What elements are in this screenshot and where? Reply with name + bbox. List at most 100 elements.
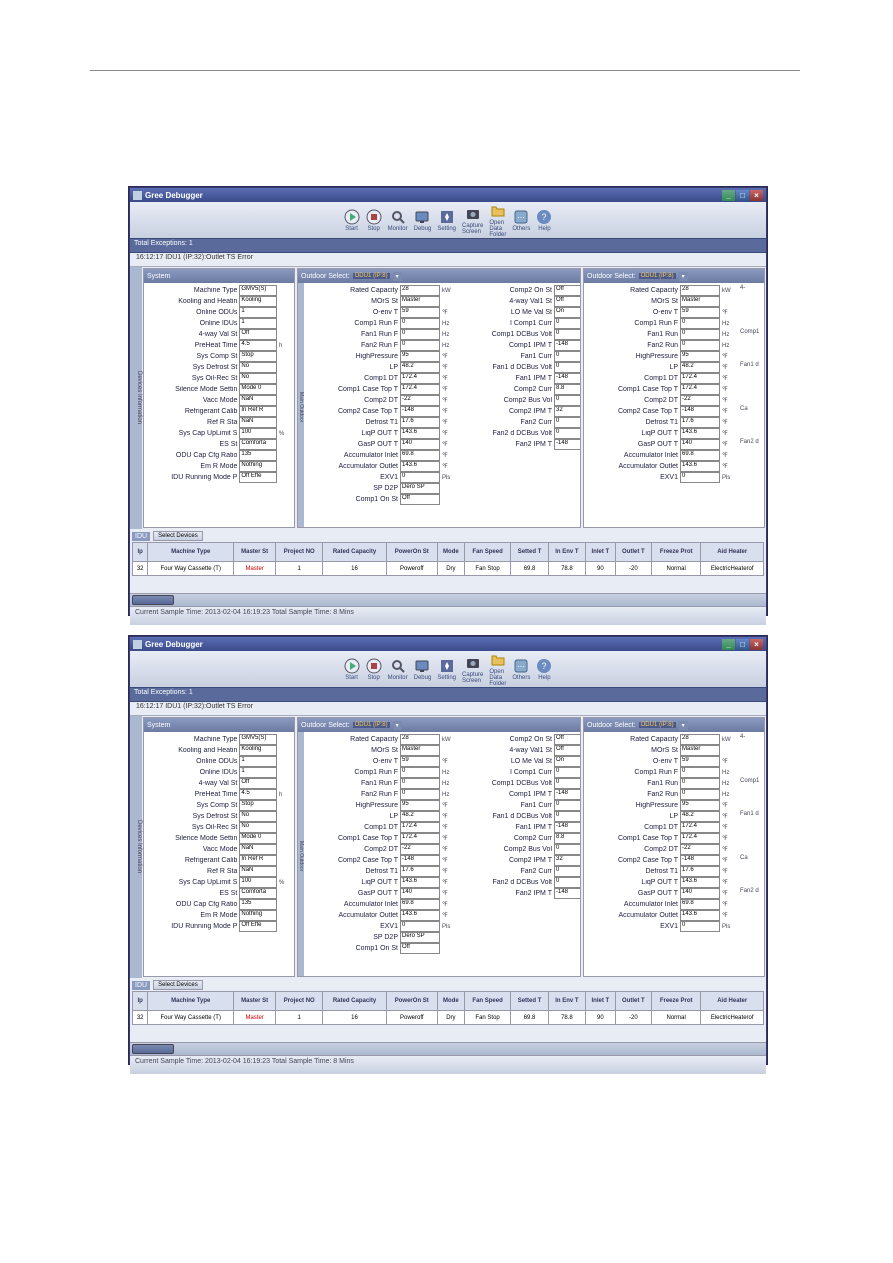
idu-header-cell[interactable]: Setted T [511,992,549,1011]
idu-tab[interactable]: IDU [132,532,150,541]
param-value: 0 [554,318,581,329]
idu-header-cell[interactable]: Freeze Prot [651,543,700,562]
param-label: Fan1 IPM T [460,375,554,382]
idu-header-cell[interactable]: In Env T [548,543,585,562]
param-unit: ℉ [720,857,736,864]
idu-header-cell[interactable]: Rated Capacity [323,992,386,1011]
toolbar-debug[interactable]: Debug [414,209,432,232]
idu-header-cell[interactable]: Inlet T [586,992,616,1011]
toolbar-monitor[interactable]: Monitor [388,209,408,232]
param-label: O-env T [306,309,400,316]
toolbar-setting[interactable]: Setting [437,209,456,232]
toolbar-help[interactable]: ?Help [536,658,552,681]
idu-row[interactable]: 32Four Way Cassette (T)Master116Poweroff… [133,1011,764,1025]
idu-header-cell[interactable]: PowerOn St [386,543,437,562]
idu-header-cell[interactable]: Ip [133,543,148,562]
maximize-button[interactable]: □ [736,639,749,650]
param-value: 0 [680,472,720,483]
idu-header-cell[interactable]: Master St [234,992,276,1011]
param-label: Fan1 Run F [306,331,400,338]
horizontal-scrollbar[interactable] [130,1042,766,1055]
idu-row[interactable]: 32Four Way Cassette (T)Master116Poweroff… [133,562,764,576]
toolbar-start[interactable]: Start [344,209,360,232]
idu-header-cell[interactable]: Freeze Prot [651,992,700,1011]
idu-header-cell[interactable]: Project NO [276,543,323,562]
toolbar-open-data-folder[interactable]: OpenDataFolder [489,203,506,238]
system-panel: System Machine Type GMV5(S) Kooling and … [143,268,295,528]
param-label: Rated Capacity [586,287,680,294]
outdoor-select-value-2[interactable]: ODU1 (IP:8) [639,273,676,279]
param-value: 1 [239,307,277,318]
select-devices-button[interactable]: Select Devices [153,980,203,990]
toolbar-monitor[interactable]: Monitor [388,658,408,681]
minimize-button[interactable]: _ [722,190,735,201]
param-row: Comp1 Case Top T 172.4 ℉ [586,384,736,395]
idu-header-cell[interactable]: In Env T [548,992,585,1011]
outdoor-select-dropdown-icon-2[interactable]: ▾ [679,272,688,281]
scrollbar-thumb[interactable] [132,595,174,605]
toolbar-help[interactable]: ?Help [536,209,552,232]
close-button[interactable]: × [750,639,763,650]
toolbar-others[interactable]: ⋯Others [512,209,530,232]
param-row: Fan2 d DCBus Volt 0 V [460,877,581,888]
param-row: Comp2 IPM T 32 ℉ [460,406,581,417]
idu-header-cell[interactable]: Fan Speed [464,992,510,1011]
idu-header-cell[interactable]: Mode [437,543,464,562]
scrollbar-thumb[interactable] [132,1044,174,1054]
idu-header-cell[interactable]: Outlet T [615,543,651,562]
toolbar-capture-screen[interactable]: CaptureScreen [462,206,483,235]
param-unit: Pls [440,475,456,481]
toolbar-capture-screen[interactable]: CaptureScreen [462,655,483,684]
idu-header-cell[interactable]: Ip [133,992,148,1011]
select-devices-button[interactable]: Select Devices [153,531,203,541]
idu-tab[interactable]: IDU [132,981,150,990]
devices-info-tab[interactable]: Devices Information [130,267,142,529]
outdoor-select-value[interactable]: ODU1 (IP:8) [353,273,390,279]
toolbar-open-data-folder[interactable]: OpenDataFolder [489,652,506,687]
idu-header-cell[interactable]: Mode [437,992,464,1011]
idu-header-cell[interactable]: PowerOn St [386,992,437,1011]
toolbar-setting[interactable]: Setting [437,658,456,681]
param-value: 69.8 [680,450,720,461]
outdoor-select-dropdown-icon[interactable]: ▾ [393,721,402,730]
outdoor-select-value[interactable]: ODU1 (IP:8) [353,722,390,728]
idu-header-cell[interactable]: Inlet T [586,543,616,562]
idu-header-cell[interactable]: Setted T [511,543,549,562]
toolbar-start[interactable]: Start [344,658,360,681]
outdoor-select-value-2[interactable]: ODU1 (IP:8) [639,722,676,728]
param-row: Comp2 Case Top T -148 ℉ [306,406,456,417]
param-row: IDU Running Mode P Off Effe [146,921,292,932]
idu-header-cell[interactable]: Master St [234,543,276,562]
param-label: HighPressure [306,802,400,809]
idu-section: IDU Select Devices IpMachine TypeMaster … [130,978,766,1042]
idu-header-cell[interactable]: Machine Type [148,543,234,562]
toolbar-stop[interactable]: Stop [366,658,382,681]
idu-header-cell[interactable]: Aid Heater [701,992,764,1011]
idu-header-cell[interactable]: Project NO [276,992,323,1011]
toolbar-others[interactable]: ⋯Others [512,658,530,681]
minimize-button[interactable]: _ [722,639,735,650]
exception-line[interactable]: 16:12:17 IDU1 (IP:32):Outlet TS Error [130,702,766,716]
system-header: System [144,718,294,732]
horizontal-scrollbar[interactable] [130,593,766,606]
devices-info-tab[interactable]: Devices Information [130,716,142,978]
outdoor-select-dropdown-icon-2[interactable]: ▾ [679,721,688,730]
param-unit: ℉ [440,364,456,371]
toolbar-debug[interactable]: Debug [414,658,432,681]
idu-header-cell[interactable]: Outlet T [615,992,651,1011]
param-label: LiqP OUT T [306,879,400,886]
idu-header-cell[interactable]: Machine Type [148,992,234,1011]
param-value: 17.6 [400,866,440,877]
param-value: 8.8 [554,833,581,844]
close-button[interactable]: × [750,190,763,201]
toolbar-stop[interactable]: Stop [366,209,382,232]
outdoor-select-dropdown-icon[interactable]: ▾ [393,272,402,281]
maximize-button[interactable]: □ [736,190,749,201]
idu-header-cell[interactable]: Aid Heater [701,543,764,562]
idu-header-cell[interactable]: Fan Speed [464,543,510,562]
param-unit: Hz [440,332,456,338]
idu-header-cell[interactable]: Rated Capacity [323,543,386,562]
exception-line[interactable]: 16:12:17 IDU1 (IP:32):Outlet TS Error [130,253,766,267]
param-unit: ℉ [720,408,736,415]
param-value: 143.6 [680,428,720,439]
